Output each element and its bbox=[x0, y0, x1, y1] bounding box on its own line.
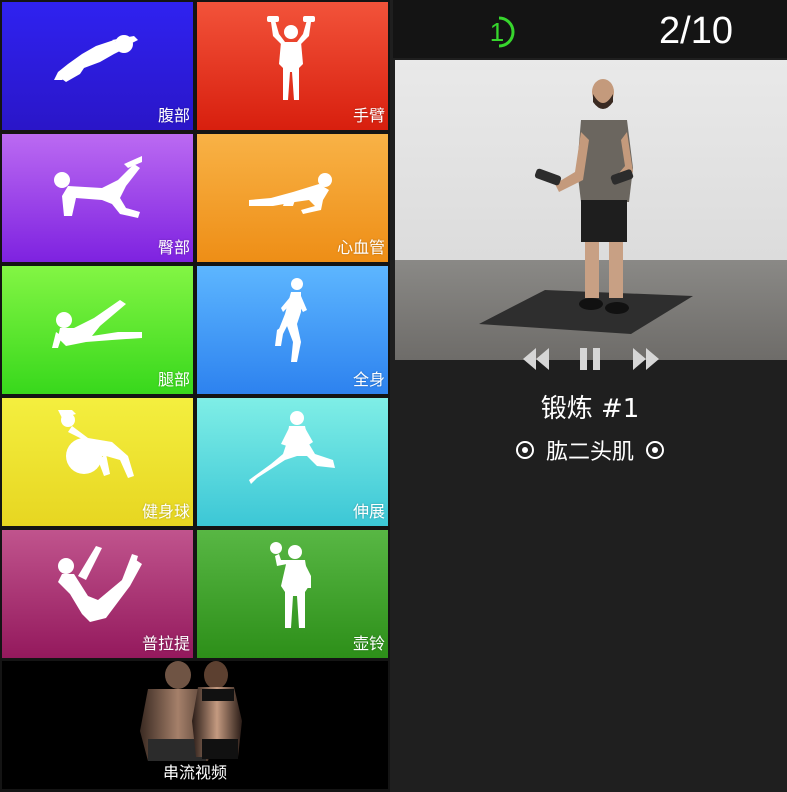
category-tile-pilates[interactable]: 普拉提 bbox=[2, 530, 193, 658]
category-label: 腹部 bbox=[157, 106, 190, 125]
category-tile-full-body[interactable]: 全身 bbox=[197, 266, 388, 394]
category-tile-butt[interactable]: 臀部 bbox=[2, 134, 193, 262]
streaming-videos-tile[interactable]: 串流视频 bbox=[2, 661, 388, 789]
category-tile-kettlebell[interactable]: 壶铃 bbox=[197, 530, 388, 658]
countdown-value: 1 bbox=[489, 16, 505, 47]
category-label: 心血管 bbox=[336, 238, 385, 257]
target-muscle-row: 肱二头肌 bbox=[393, 434, 787, 466]
category-label: 健身球 bbox=[141, 502, 190, 521]
target-icon bbox=[646, 441, 664, 459]
streaming-label: 串流视频 bbox=[162, 763, 227, 782]
video-frame bbox=[395, 60, 787, 360]
exercise-counter: 2/10 bbox=[659, 10, 733, 52]
category-label: 普拉提 bbox=[141, 634, 190, 653]
exercise-title: 锻炼 #1 bbox=[540, 394, 640, 424]
target-icon bbox=[515, 441, 534, 459]
category-tile-legs[interactable]: 腿部 bbox=[2, 266, 193, 394]
workout-category-grid: 腹部 手臂 臀部 心血管 腿部 全身 健身球 伸展 普拉提 壶铃 串流视频 bbox=[0, 0, 390, 792]
category-label: 全身 bbox=[352, 370, 385, 389]
category-label: 臀部 bbox=[157, 238, 190, 257]
rewind-button[interactable] bbox=[521, 344, 551, 374]
fast-forward-button[interactable] bbox=[631, 344, 661, 374]
category-tile-exercise-ball[interactable]: 健身球 bbox=[2, 398, 193, 526]
exercise-video[interactable] bbox=[395, 60, 787, 360]
category-label: 壶铃 bbox=[352, 634, 385, 653]
category-tile-cardio[interactable]: 心血管 bbox=[197, 134, 388, 262]
category-tile-arms[interactable]: 手臂 bbox=[197, 2, 388, 130]
player-top-bar: 1 2/10 bbox=[393, 0, 787, 58]
pause-button[interactable] bbox=[577, 344, 603, 374]
exercise-player-panel: 1 2/10 锻炼 #1 肱二头肌 bbox=[393, 0, 787, 792]
category-label: 手臂 bbox=[352, 106, 385, 125]
category-label: 腿部 bbox=[157, 370, 190, 389]
category-label: 伸展 bbox=[352, 502, 385, 521]
target-muscle-label: 肱二头肌 bbox=[545, 440, 634, 465]
category-tile-stretch[interactable]: 伸展 bbox=[197, 398, 388, 526]
category-tile-abs[interactable]: 腹部 bbox=[2, 2, 193, 130]
